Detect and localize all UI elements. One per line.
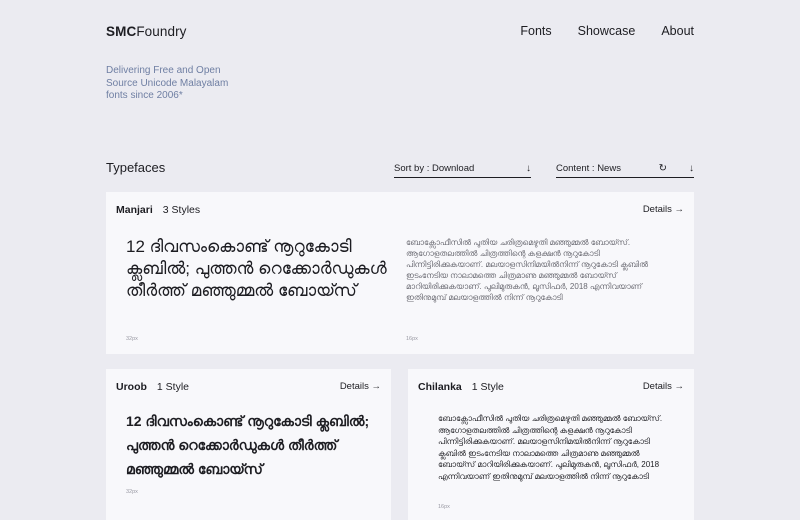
small-sample-text: ബോക്സോഫീസിൽ പുതിയ ചരിത്രമെഴുതി മഞ്ഞുമ്മൽ… [406,238,649,302]
small-sample-size: 16px [406,336,418,342]
site-header: SMCFoundry Fonts Showcase About [106,24,694,44]
arrow-down-icon: ↓ [526,163,531,174]
main-nav: Fonts Showcase About [520,24,694,38]
nav-about[interactable]: About [661,24,694,38]
font-name: Manjari [116,204,153,216]
large-sample-size: 32px [126,336,138,342]
font-styles: 1 Style [156,381,190,393]
large-sample-text: 12 ദിവസംകൊണ്ട് നൂറുകോടി ക്ലബിൽ; പുത്തൻ റ… [126,413,370,477]
logo-bold: SMC [106,24,137,39]
refresh-icon[interactable]: ↻ [659,163,667,174]
logo-light: Foundry [136,24,187,39]
small-sample-size: 16px [438,504,450,510]
card-header: Manjari 3 Styles Details → [116,204,684,218]
arrow-down-icon: ↓ [689,163,694,174]
content-label: Content : News [556,163,621,174]
details-link[interactable]: Details → [340,381,381,392]
details-link[interactable]: Details → [643,204,684,215]
font-styles: 1 Style [471,381,504,393]
tagline: Delivering Free and Open Source Unicode … [106,65,229,101]
card-header: Chilanka 1 Style Details → [418,381,684,395]
content-select[interactable]: Content : News ↻ ↓ [556,160,694,178]
nav-showcase[interactable]: Showcase [578,24,636,38]
font-card-manjari[interactable]: Manjari 3 Styles Details → 12 ദിവസംകൊണ്ട്… [106,192,694,354]
sort-select[interactable]: Sort by : Download ↓ [394,160,531,178]
details-link[interactable]: Details → [643,381,684,392]
nav-fonts[interactable]: Fonts [520,24,551,38]
font-styles: 3 Styles [162,204,201,216]
typefaces-toolbar: Typefaces Sort by : Download ↓ Content :… [106,158,694,180]
sort-label: Sort by : Download [394,163,475,174]
card-header: Uroob 1 Style Details → [116,381,381,395]
logo[interactable]: SMCFoundry [106,24,187,39]
large-sample-text: 12 ദിവസംകൊണ്ട് നൂറുകോടി ക്ലബിൽ; പുത്തൻ റ… [126,237,387,300]
small-sample-text: ബോക്സോഫീസിൽ പുതിയ ചരിത്രമെഴുതി മഞ്ഞുമ്മൽ… [438,414,663,481]
font-name: Chilanka [418,381,462,393]
font-name: Uroob [116,381,147,393]
font-card-uroob[interactable]: Uroob 1 Style Details → 12 ദിവസംകൊണ്ട് നൂ… [106,369,391,520]
large-sample-size: 32px [126,489,138,495]
section-title: Typefaces [106,160,166,175]
font-card-chilanka[interactable]: Chilanka 1 Style Details → ബോക്സോഫീസിൽ പു… [408,369,694,520]
